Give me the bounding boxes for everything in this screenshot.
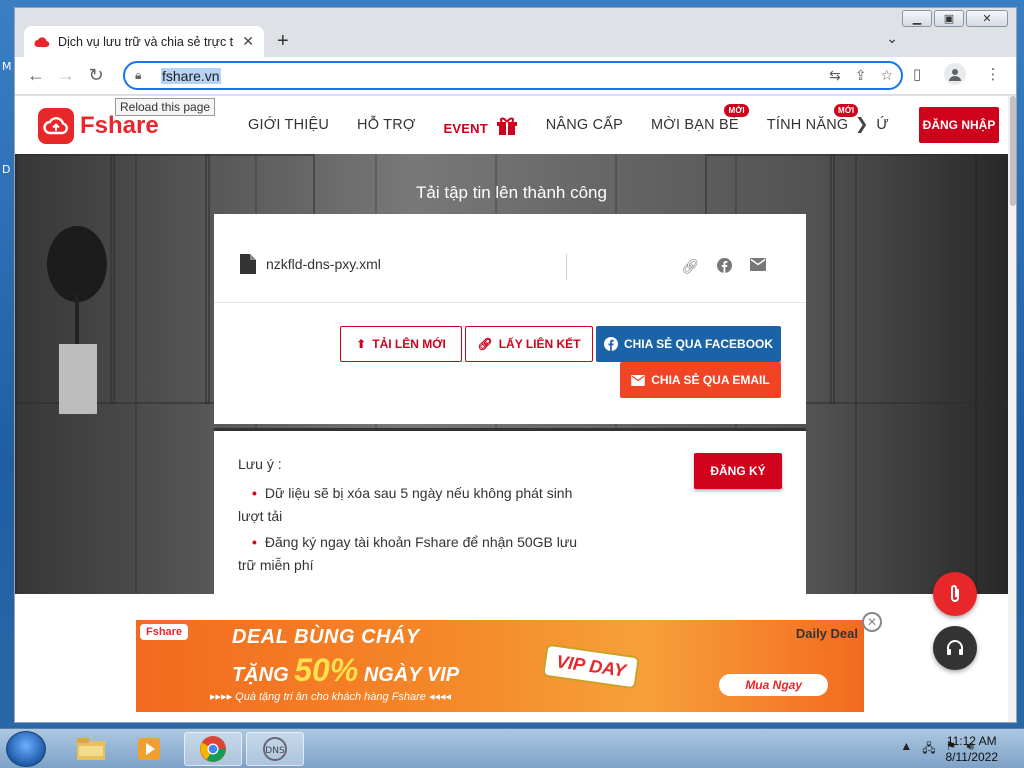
- side-panel-icon[interactable]: ▯: [906, 63, 928, 85]
- window-controls: ▁ ▣ ✕: [902, 10, 1008, 27]
- facebook-icon: [603, 337, 618, 351]
- maximize-button[interactable]: ▣: [934, 10, 964, 27]
- cloud-logo-icon: [38, 108, 74, 144]
- upload-new-button[interactable]: ⬆ TẢI LÊN MỚI: [340, 326, 462, 362]
- reload-tooltip: Reload this page: [115, 98, 216, 116]
- profile-avatar-icon[interactable]: [944, 63, 966, 85]
- address-url[interactable]: fshare.vn: [161, 67, 221, 84]
- register-button[interactable]: ĐĂNG KÝ: [694, 453, 782, 489]
- forward-icon[interactable]: →: [51, 61, 81, 91]
- new-badge: MỚI: [724, 104, 749, 117]
- share-icons: 🔗︎: [681, 258, 766, 276]
- main-menu: GIỚI THIỆU HỖ TRỢ EVENT NÂNG CẤP MỜI BẠN…: [234, 96, 889, 154]
- tab-close-icon[interactable]: ✕: [242, 33, 254, 50]
- logo-text: Fshare: [80, 112, 159, 139]
- menu-kebab-icon[interactable]: ⋮: [982, 63, 1004, 85]
- menu-item-ho-tro[interactable]: HỖ TRỢ: [343, 117, 429, 133]
- share-facebook-button[interactable]: CHIA SẺ QUA FACEBOOK: [596, 326, 781, 362]
- fshare-favicon-icon: [34, 36, 50, 47]
- address-bar[interactable]: 🔒︎ fshare.vn ⇆ ⇪ ☆: [123, 61, 903, 90]
- desktop-edge-text: D: [2, 163, 11, 176]
- hero-section: Tải tập tin lên thành công nzkfld-dns-px…: [15, 154, 1010, 628]
- divider: [214, 302, 806, 303]
- email-icon[interactable]: [750, 258, 766, 276]
- file-icon: [240, 254, 256, 274]
- gift-icon: [496, 117, 517, 135]
- tab-search-icon[interactable]: ⌄: [886, 30, 898, 47]
- banner-offer: TẶNG 50% NGÀY VIP: [232, 652, 460, 688]
- bullet: •: [252, 485, 257, 501]
- bullet: •: [252, 534, 257, 550]
- clock-date: 8/11/2022: [945, 750, 999, 764]
- windows-taskbar: DNS ▲ 🖧︎ ⚑ 🔊︎ 11:12 AM 8/11/2022: [0, 728, 1024, 768]
- tab-strip: Dịch vụ lưu trữ và chia sẻ trực tuy ✕ + …: [15, 8, 1016, 57]
- support-headset-icon[interactable]: [933, 626, 977, 670]
- menu-next-arrow-icon[interactable]: ❯: [855, 114, 868, 134]
- taskbar-clock[interactable]: 11:12 AM 8/11/2022: [946, 733, 999, 765]
- link-icon[interactable]: 🔗︎: [681, 258, 699, 276]
- get-link-button[interactable]: 🔗︎ LẤY LIÊN KẾT: [465, 326, 593, 362]
- clock-time: 11:12 AM: [946, 734, 997, 748]
- daily-deal-label: Daily Deal: [795, 626, 858, 641]
- chrome-taskbar-icon[interactable]: [184, 732, 242, 766]
- vip-day-tag: VIP DAY: [542, 643, 640, 690]
- buy-now-button[interactable]: Mua Ngay: [719, 674, 828, 696]
- share-email-button[interactable]: CHIA SẺ QUA EMAIL: [620, 362, 781, 398]
- notes-title: Lưu ý :: [238, 456, 282, 472]
- new-tab-icon[interactable]: +: [277, 30, 289, 53]
- banner-close-icon[interactable]: ✕: [862, 612, 882, 632]
- link-icon: 🔗︎: [477, 337, 493, 351]
- notes-card: Lưu ý : • Dữ liệu sẽ bị xóa sau 5 ngày nế…: [214, 428, 806, 628]
- browser-tab[interactable]: Dịch vụ lưu trữ và chia sẻ trực tuy ✕: [24, 26, 264, 57]
- upload-result-card: nzkfld-dns-pxy.xml 🔗︎ ⬆ TẢI LÊN MỚI 🔗︎ L…: [214, 214, 806, 424]
- menu-item-moi-ban-be[interactable]: MỜI BẠN BÈ MỚI: [637, 104, 753, 133]
- banner-logo: Fshare: [140, 624, 189, 640]
- lock-icon[interactable]: 🔒︎: [135, 68, 151, 83]
- file-explorer-taskbar-icon[interactable]: [62, 732, 120, 766]
- desktop-edge-text: M: [2, 60, 12, 73]
- bookmark-star-icon[interactable]: ☆: [880, 67, 893, 84]
- browser-toolbar: ← → ↻ 🔒︎ fshare.vn ⇆ ⇪ ☆ ▯ ⋮: [15, 57, 1016, 95]
- banner-subtext: ▸▸▸▸ Quà tặng tri ân cho khách hàng Fsha…: [210, 691, 452, 703]
- file-name: nzkfld-dns-pxy.xml: [266, 256, 381, 272]
- banner-headline: DEAL BÙNG CHÁY: [232, 626, 420, 648]
- file-row: nzkfld-dns-pxy.xml: [240, 254, 381, 274]
- upload-success-heading: Tải tập tin lên thành công: [416, 183, 607, 202]
- attachment-fab-icon[interactable]: [933, 572, 977, 616]
- minimize-button[interactable]: ▁: [902, 10, 932, 27]
- login-button[interactable]: ĐĂNG NHẬP: [919, 107, 999, 143]
- close-window-button[interactable]: ✕: [966, 10, 1008, 27]
- upload-icon: ⬆: [356, 337, 367, 351]
- tray-expand-icon[interactable]: ▲: [900, 739, 912, 760]
- translate-icon[interactable]: ⇆: [829, 67, 841, 84]
- menu-item-tinh-nang[interactable]: TÍNH NĂNG MỚI: [753, 104, 863, 133]
- page-scrollbar[interactable]: [1008, 96, 1016, 722]
- network-icon[interactable]: 🖧︎: [922, 739, 935, 760]
- share-icon[interactable]: ⇪: [855, 67, 867, 84]
- browser-window: Dịch vụ lưu trữ và chia sẻ trực tuy ✕ + …: [14, 7, 1017, 723]
- scrollbar-thumb[interactable]: [1010, 96, 1016, 206]
- back-icon[interactable]: ←: [21, 61, 51, 91]
- note-item: • Dữ liệu sẽ bị xóa sau 5 ngày nếu không …: [238, 485, 573, 524]
- menu-item-gioi-thieu[interactable]: GIỚI THIỆU: [234, 117, 343, 133]
- note-item: • Đăng ký ngay tài khoản Fshare để nhận 5…: [238, 534, 578, 573]
- menu-item-event[interactable]: EVENT: [430, 115, 532, 136]
- dns-app-taskbar-icon[interactable]: DNS: [246, 732, 304, 766]
- media-player-taskbar-icon[interactable]: [120, 732, 178, 766]
- svg-text:DNS: DNS: [265, 746, 285, 756]
- divider: [566, 254, 567, 280]
- promo-banner[interactable]: Fshare DEAL BÙNG CHÁY TẶNG 50% NGÀY VIP …: [136, 620, 864, 712]
- menu-item-nang-cap[interactable]: NÂNG CẤP: [532, 117, 637, 133]
- plant-decoration: [47, 226, 107, 414]
- reload-icon[interactable]: ↻: [81, 61, 111, 91]
- email-icon: [631, 374, 646, 386]
- tab-title: Dịch vụ lưu trữ và chia sẻ trực tuy: [58, 34, 235, 49]
- web-page: Fshare GIỚI THIỆU HỖ TRỢ EVENT NÂNG CẤP …: [15, 96, 1016, 722]
- start-button[interactable]: [6, 731, 46, 767]
- facebook-icon[interactable]: [717, 258, 732, 276]
